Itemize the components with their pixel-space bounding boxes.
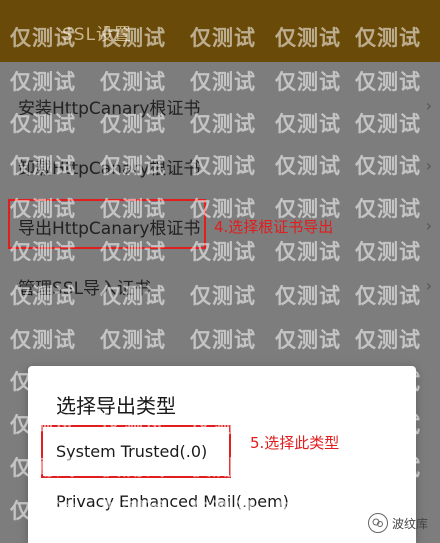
list-item-label: 安装HttpCanary根证书: [18, 99, 201, 119]
list-item-label: 卸载HttpCanary根证书: [18, 159, 201, 179]
dialog-title: 选择导出类型: [56, 394, 176, 418]
list-item-label: 管理SSL导入证书: [18, 279, 152, 299]
list-item-install-cert[interactable]: 安装HttpCanary根证书 ›: [0, 76, 440, 134]
chevron-right-icon: ›: [425, 276, 432, 295]
brand-text: 波纹库: [391, 516, 428, 531]
brand-watermark: 波纹库: [367, 513, 428, 533]
watermark-text: 仅测试: [355, 328, 421, 352]
list-item-uninstall-cert[interactable]: 卸载HttpCanary根证书 ›: [0, 136, 440, 194]
watermark-text: 仅测试: [275, 328, 341, 352]
watermark-text: 仅测试: [10, 328, 76, 352]
chevron-right-icon: ›: [425, 96, 432, 115]
wechat-icon: [367, 513, 388, 533]
step4-annotation: 4.选择根证书导出: [214, 218, 334, 236]
chevron-right-icon: ›: [425, 156, 432, 175]
step5-annotation: 5.选择此类型: [250, 434, 340, 452]
watermark-text: 仅测试: [190, 328, 256, 352]
list-item-manage-imported-cert[interactable]: 管理SSL导入证书 ›: [0, 256, 440, 314]
system-trusted-highlight-box: [41, 425, 231, 478]
app-header: SSL设置: [0, 0, 440, 62]
chevron-right-icon: ›: [425, 216, 432, 235]
watermark-text: 仅测试: [100, 328, 166, 352]
export-cert-highlight-box: [8, 199, 206, 249]
option-pem[interactable]: Privacy Enhanced Mail(.pem): [56, 492, 289, 511]
page-title: SSL设置: [62, 25, 133, 45]
